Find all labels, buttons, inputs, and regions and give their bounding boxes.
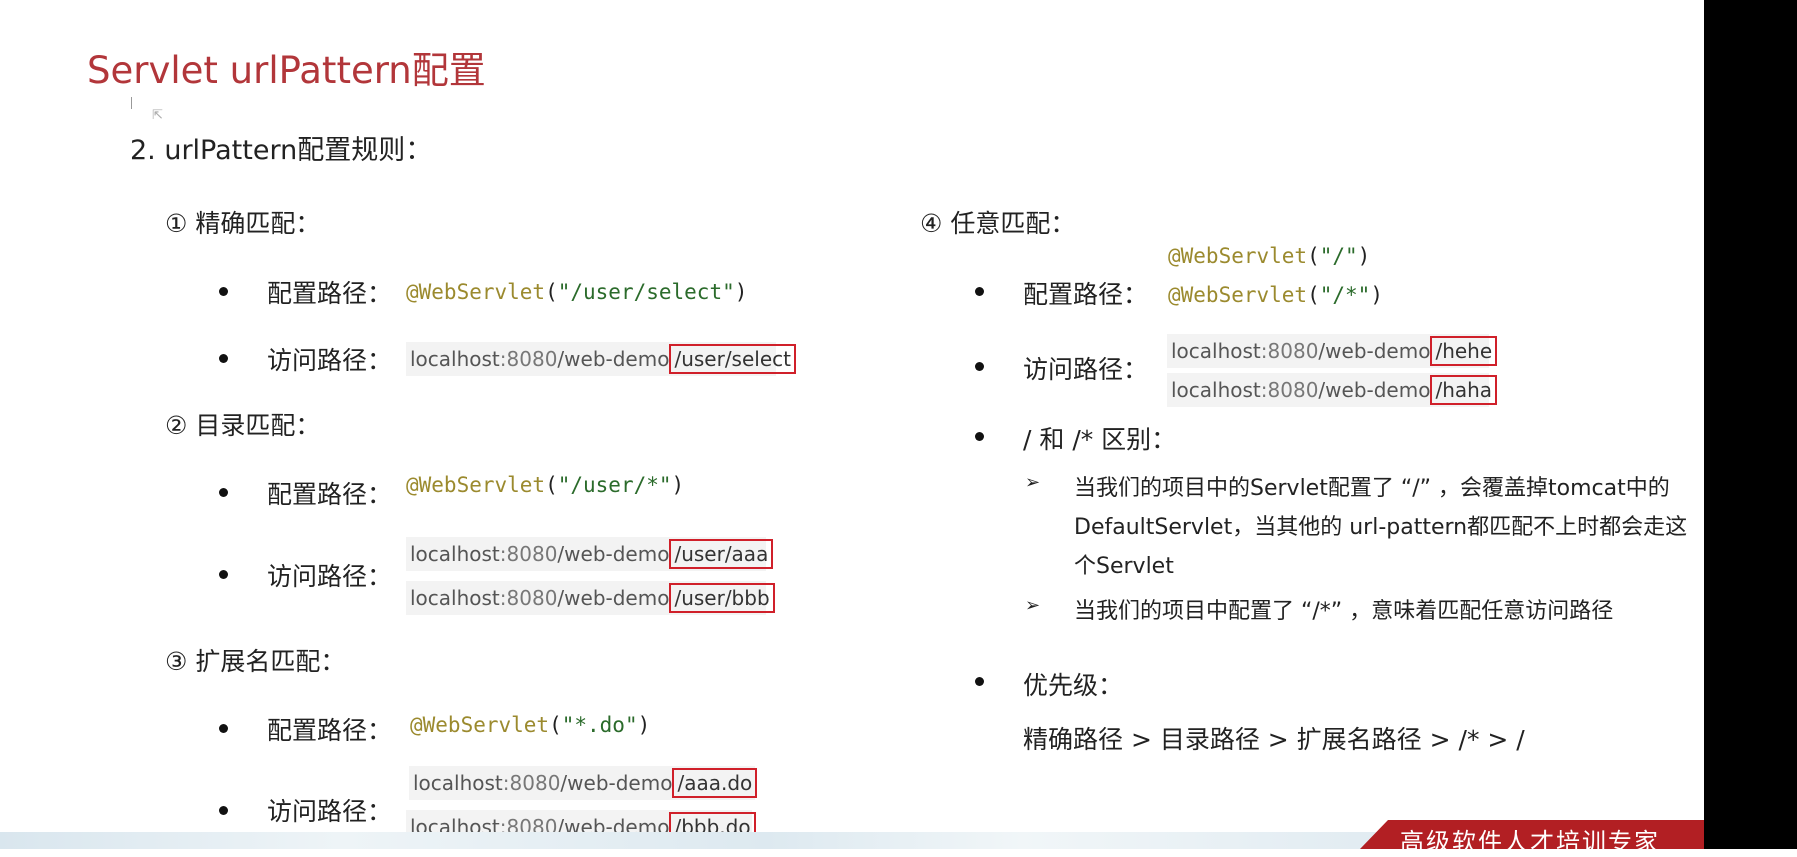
window-edge — [1704, 0, 1797, 849]
access-label: 访问路径： — [267, 797, 393, 826]
highlight-path: /user/aaa — [669, 539, 774, 569]
rule-exact-title: ① 精确匹配： — [165, 209, 321, 238]
difference-point-line: 个Servlet — [1074, 554, 1174, 579]
arrow-bullet-icon: ➢ — [1025, 472, 1041, 493]
arrow-bullet-icon: ➢ — [1025, 595, 1041, 616]
access-url: localhost:8080/web-demo/hehe — [1167, 334, 1498, 368]
bullet — [975, 362, 984, 371]
config-code: @WebServlet("*.do") — [410, 713, 651, 737]
access-label: 访问路径： — [267, 346, 393, 375]
rule-any-title: ④ 任意匹配： — [920, 209, 1076, 238]
bullet — [219, 488, 228, 497]
bullet — [975, 432, 984, 441]
bullet — [219, 287, 228, 296]
access-label: 访问路径： — [1023, 355, 1149, 384]
bullet — [219, 570, 228, 579]
section-heading: 2. urlPattern配置规则： — [130, 135, 433, 166]
footer-slogan: 高级软件人才培训专家 — [1400, 828, 1660, 856]
config-label: 配置路径： — [267, 480, 393, 509]
config-label: 配置路径： — [267, 279, 393, 308]
slide-title: Servlet urlPattern配置 — [87, 49, 486, 92]
difference-point-line: 当我们的项目中配置了 “/*” ，意味着匹配任意访问路径 — [1074, 599, 1614, 624]
priority-title: 优先级： — [1023, 671, 1124, 700]
config-label: 配置路径： — [1023, 280, 1149, 309]
difference-title: / 和 /* 区别： — [1023, 425, 1177, 454]
access-url: localhost:8080/web-demo/user/bbb — [406, 581, 775, 615]
highlight-path: /user/select — [669, 344, 796, 374]
access-url: localhost:8080/web-demo/user/aaa — [406, 537, 774, 571]
bullet — [219, 724, 228, 733]
access-url: localhost:8080/web-demo/user/select — [406, 342, 796, 376]
config-code: @WebServlet("/*") — [1168, 283, 1383, 307]
highlight-path: /haha — [1430, 375, 1498, 405]
bullet — [219, 806, 228, 815]
access-label: 访问路径： — [267, 562, 393, 591]
difference-point-line: DefaultServlet，当其他的 url-pattern都匹配不上时都会走… — [1074, 515, 1688, 540]
highlight-path: /aaa.do — [672, 768, 758, 798]
rule-directory-title: ② 目录匹配： — [165, 411, 321, 440]
config-code: @WebServlet("/user/select") — [406, 280, 748, 304]
priority-text: 精确路径 > 目录路径 > 扩展名路径 > /* > / — [1023, 725, 1525, 754]
access-url: localhost:8080/web-demo/haha — [1167, 373, 1498, 407]
access-url: localhost:8080/web-demo/aaa.do — [409, 766, 758, 800]
highlight-path: /hehe — [1430, 336, 1498, 366]
config-code: @WebServlet("/") — [1168, 244, 1371, 268]
bullet — [219, 354, 228, 363]
rule-extension-title: ③ 扩展名匹配： — [165, 647, 346, 676]
bullet — [975, 287, 984, 296]
text-cursor — [131, 97, 132, 109]
bullet — [975, 677, 984, 686]
difference-point-line: 当我们的项目中的Servlet配置了 “/” ，会覆盖掉tomcat中的 — [1074, 476, 1670, 501]
config-label: 配置路径： — [267, 716, 393, 745]
highlight-path: /user/bbb — [669, 583, 775, 613]
config-code: @WebServlet("/user/*") — [406, 473, 685, 497]
mouse-pointer-icon: ⇱ — [152, 108, 163, 123]
